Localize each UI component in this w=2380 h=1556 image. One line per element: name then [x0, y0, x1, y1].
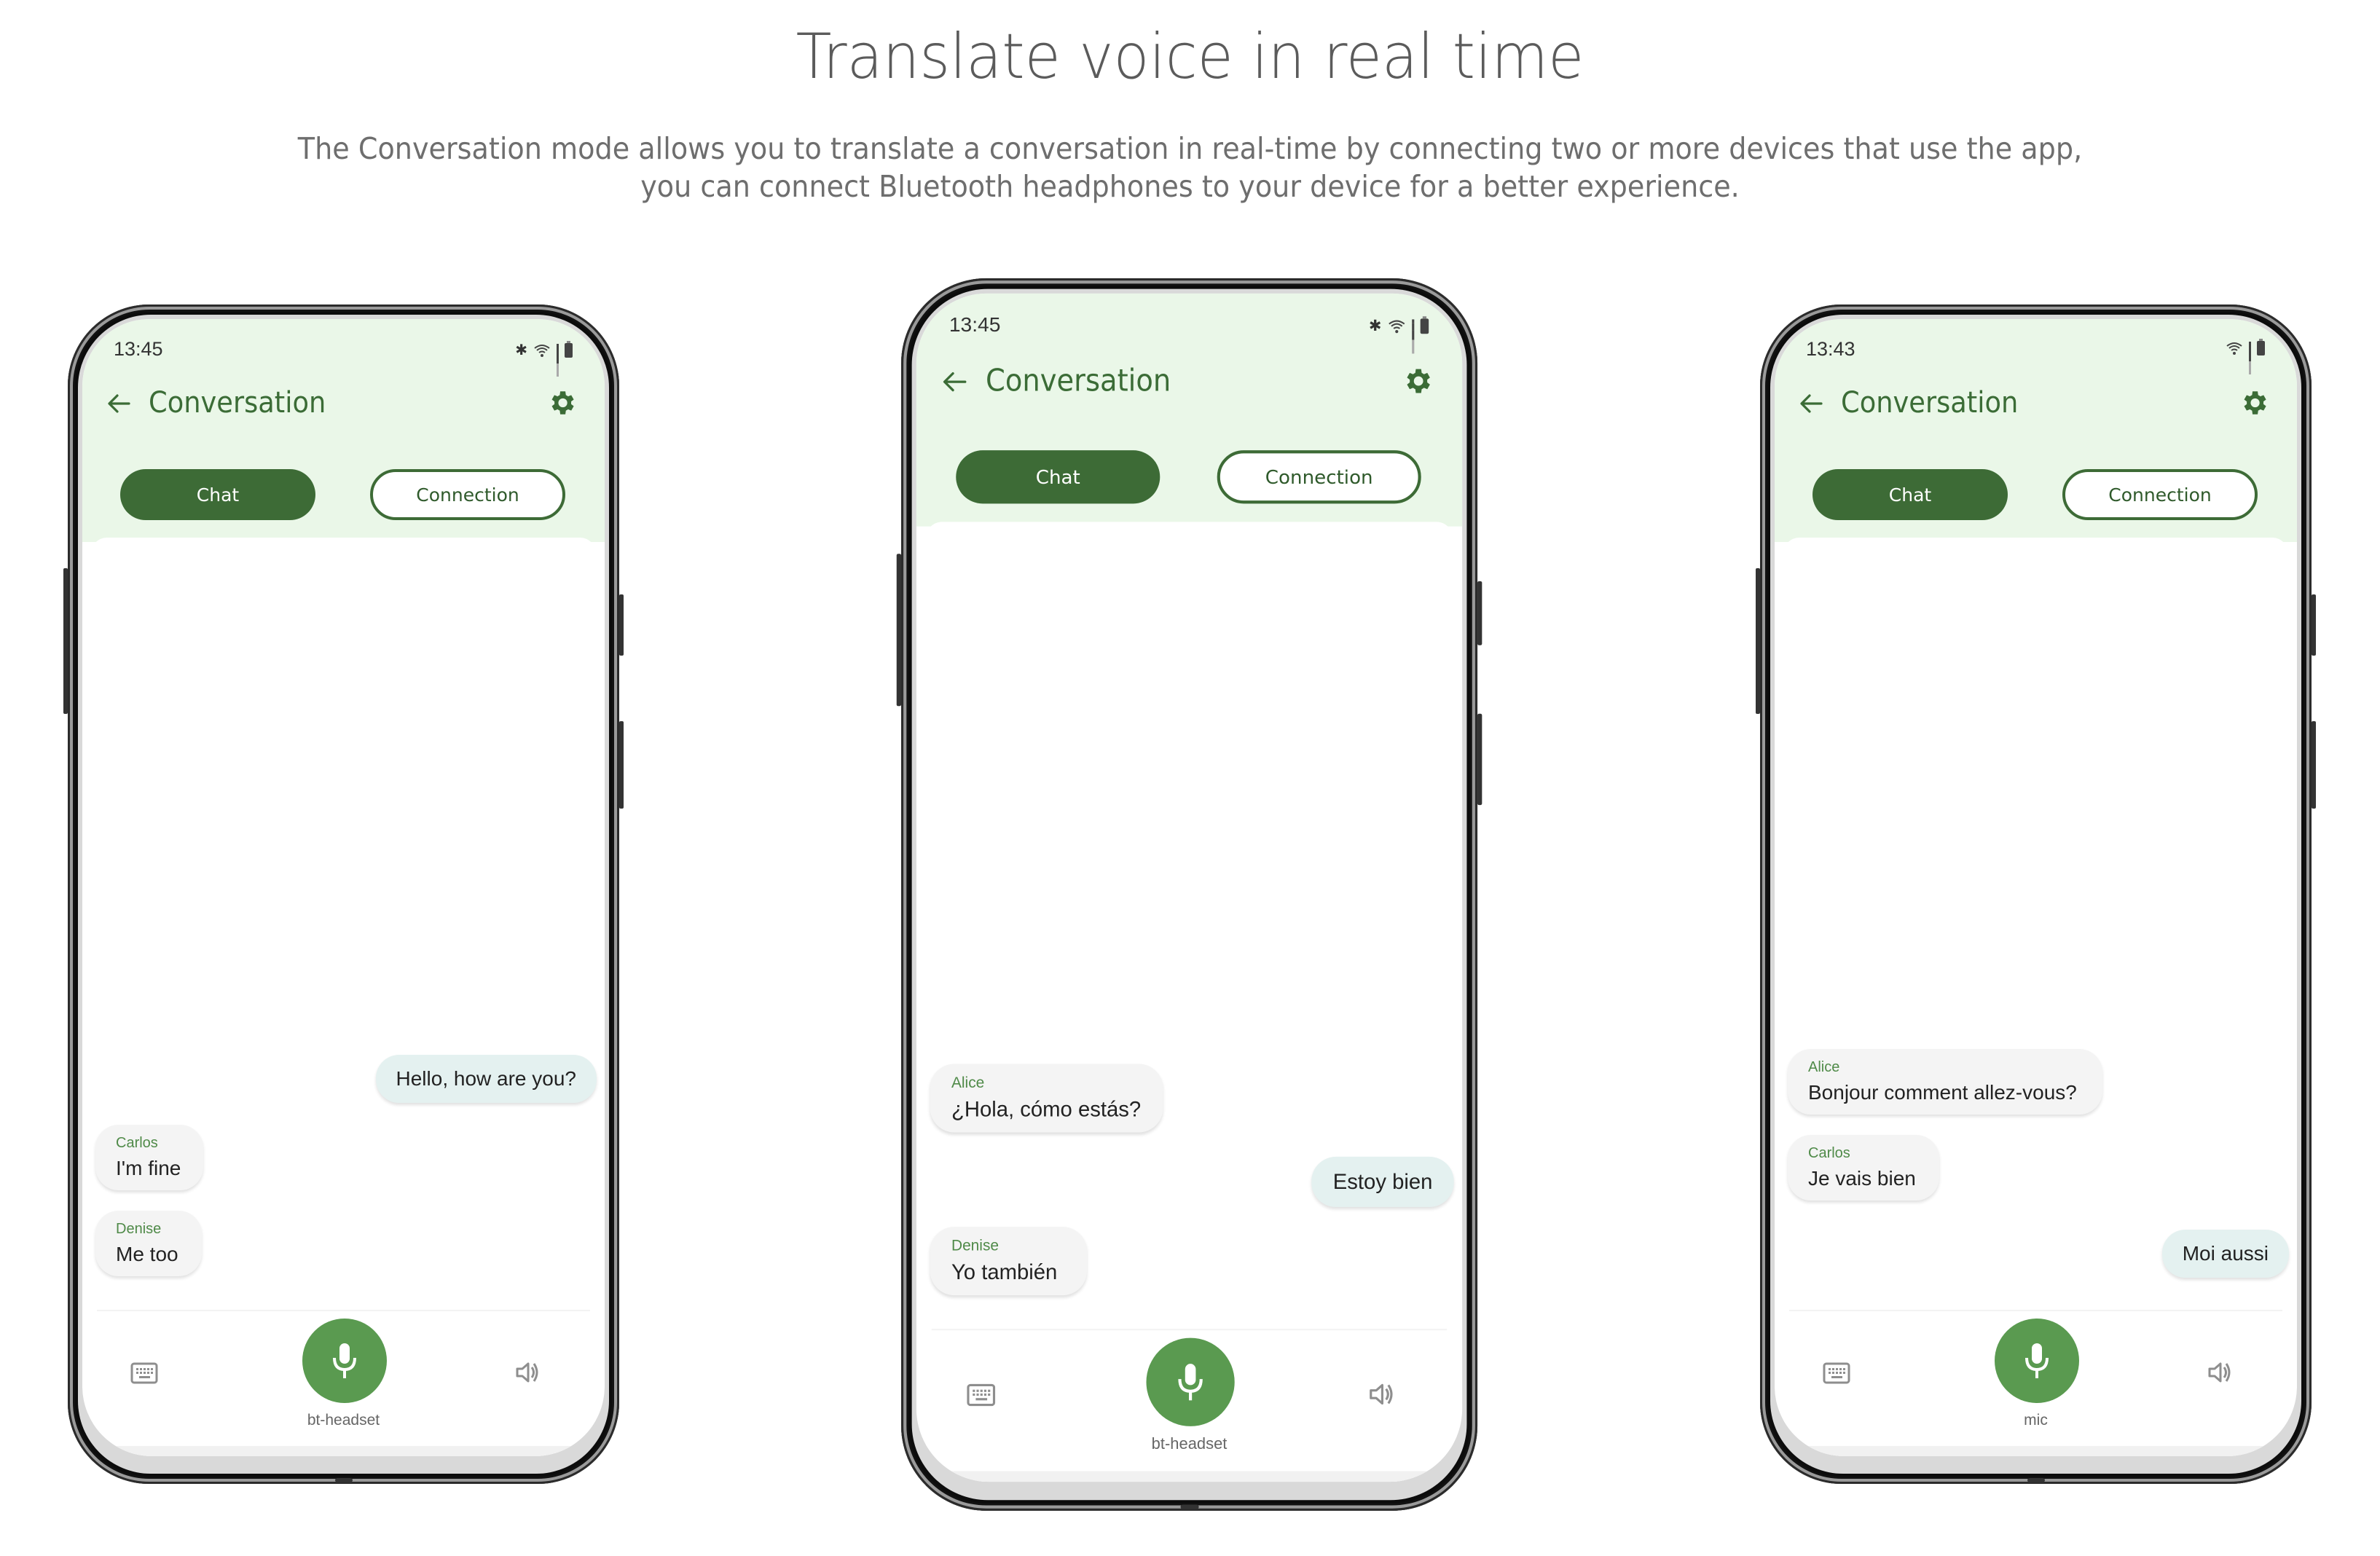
speaker-icon[interactable]: [2207, 1359, 2233, 1386]
status-icons: ✱: [515, 340, 573, 377]
message-bubble-other: Alice Bonjour comment allez-vous?: [1788, 1049, 2102, 1115]
speaker-icon[interactable]: [514, 1359, 541, 1386]
status-icons: [2226, 339, 2265, 374]
power-button: [1477, 713, 1482, 806]
message-text: Moi aussi: [2182, 1242, 2269, 1265]
message-bubble-other: Alice ¿Hola, cómo estás?: [930, 1064, 1163, 1133]
keyboard-icon[interactable]: [1823, 1362, 1850, 1384]
message-bubble-other: Carlos Je vais bien: [1788, 1135, 1939, 1201]
battery-charging-icon: [565, 340, 573, 358]
divider: [97, 1310, 590, 1311]
signal-icon: [1412, 318, 1415, 353]
screen-edge: [1775, 1446, 2297, 1456]
power-button: [2312, 721, 2316, 809]
charging-port: [334, 1478, 353, 1482]
message-text: Bonjour comment allez-vous?: [1808, 1081, 2077, 1104]
message-text: Hello, how are you?: [396, 1067, 576, 1090]
microphone-icon: [333, 1343, 356, 1378]
phone-mockup-2: 13:45 ✱ Conversation Chat Connection Ali…: [896, 278, 1482, 1511]
status-time: 13:45: [114, 338, 163, 360]
audio-source-label: bt-headset: [1151, 1435, 1228, 1453]
message-sender: Carlos: [116, 1135, 158, 1151]
signal-icon: [2249, 342, 2251, 374]
signal-icon: [557, 343, 559, 377]
bluetooth-icon: ✱: [515, 342, 527, 358]
side-button: [619, 594, 624, 656]
status-time: 13:45: [949, 313, 1001, 337]
message-bubble-other: Denise Me too: [95, 1211, 202, 1276]
tab-chat[interactable]: Chat: [1813, 469, 2008, 520]
battery-charging-icon: [2257, 339, 2265, 355]
back-arrow-icon[interactable]: [104, 389, 133, 418]
phone-screen: 13:45 ✱ Conversation Chat Connection Hel…: [82, 319, 605, 1456]
message-bubble-own: Hello, how are you?: [375, 1055, 597, 1103]
microphone-icon: [1178, 1364, 1203, 1401]
charging-port: [1179, 1504, 1199, 1509]
message-sender: Carlos: [1808, 1145, 1850, 1161]
app-title: Conversation: [1841, 386, 2019, 420]
screen-edge: [916, 1471, 1463, 1482]
divider: [931, 1329, 1448, 1331]
divider: [1789, 1310, 2282, 1311]
message-sender: Alice: [1808, 1059, 1840, 1075]
message-bubble-other: Carlos I'm fine: [95, 1125, 203, 1190]
status-time: 13:43: [1806, 338, 1855, 360]
tab-chat[interactable]: Chat: [120, 469, 315, 520]
page-title: Translate voice in real time: [796, 20, 1584, 93]
message-text: Me too: [116, 1243, 178, 1265]
app-title: Conversation: [149, 386, 326, 420]
microphone-button[interactable]: [1146, 1337, 1235, 1426]
message-text: Estoy bien: [1332, 1169, 1433, 1194]
settings-gear-icon[interactable]: [1402, 365, 1434, 397]
phone-screen: 13:45 ✱ Conversation Chat Connection Ali…: [916, 293, 1463, 1482]
phone-mockup-3: 13:43 Conversation Chat Connection Alice…: [1756, 304, 2316, 1484]
side-button: [1477, 581, 1482, 645]
page-subtitle-line-2: you can connect Bluetooth headphones to …: [640, 169, 1740, 204]
message-sender: Denise: [116, 1221, 162, 1237]
tab-chat[interactable]: Chat: [956, 450, 1160, 504]
screen-edge: [82, 1446, 605, 1456]
message-sender: Alice: [951, 1074, 985, 1092]
phone-mockup-1: 13:45 ✱ Conversation Chat Connection Hel…: [63, 304, 624, 1484]
settings-gear-icon[interactable]: [2239, 388, 2269, 418]
battery-charging-icon: [1420, 315, 1429, 334]
wifi-icon: [1389, 319, 1405, 333]
microphone-button[interactable]: [302, 1319, 387, 1403]
tab-connection[interactable]: Connection: [370, 469, 565, 520]
app-title: Conversation: [985, 364, 1171, 399]
tab-connection[interactable]: Connection: [1217, 450, 1421, 504]
bluetooth-icon: ✱: [1368, 318, 1382, 335]
microphone-button[interactable]: [1995, 1319, 2079, 1403]
tab-connection[interactable]: Connection: [2062, 469, 2258, 520]
message-text: Yo también: [951, 1260, 1058, 1284]
message-text: I'm fine: [116, 1157, 181, 1179]
speaker-icon[interactable]: [1368, 1380, 1396, 1408]
message-text: Je vais bien: [1808, 1167, 1916, 1190]
phone-screen: 13:43 Conversation Chat Connection Alice…: [1775, 319, 2297, 1456]
keyboard-icon[interactable]: [967, 1383, 996, 1407]
microphone-icon: [2025, 1343, 2049, 1378]
power-button: [619, 721, 624, 809]
message-bubble-own: Estoy bien: [1311, 1156, 1454, 1207]
message-text: ¿Hola, cómo estás?: [951, 1097, 1142, 1121]
side-button: [2312, 594, 2316, 656]
message-sender: Denise: [951, 1237, 999, 1254]
keyboard-icon[interactable]: [130, 1362, 158, 1384]
wifi-icon: [2226, 342, 2242, 355]
message-bubble-other: Denise Yo también: [930, 1227, 1087, 1296]
settings-gear-icon[interactable]: [546, 388, 577, 418]
message-bubble-own: Moi aussi: [2161, 1230, 2289, 1278]
page-subtitle-line-1: The Conversation mode allows you to tran…: [297, 131, 2083, 166]
charging-port: [2027, 1478, 2045, 1482]
back-arrow-icon[interactable]: [939, 366, 970, 397]
wifi-icon: [534, 344, 550, 357]
audio-source-label: bt-headset: [307, 1412, 380, 1429]
audio-source-label: mic: [2024, 1412, 2048, 1429]
back-arrow-icon[interactable]: [1796, 389, 1826, 418]
status-icons: ✱: [1368, 315, 1429, 353]
